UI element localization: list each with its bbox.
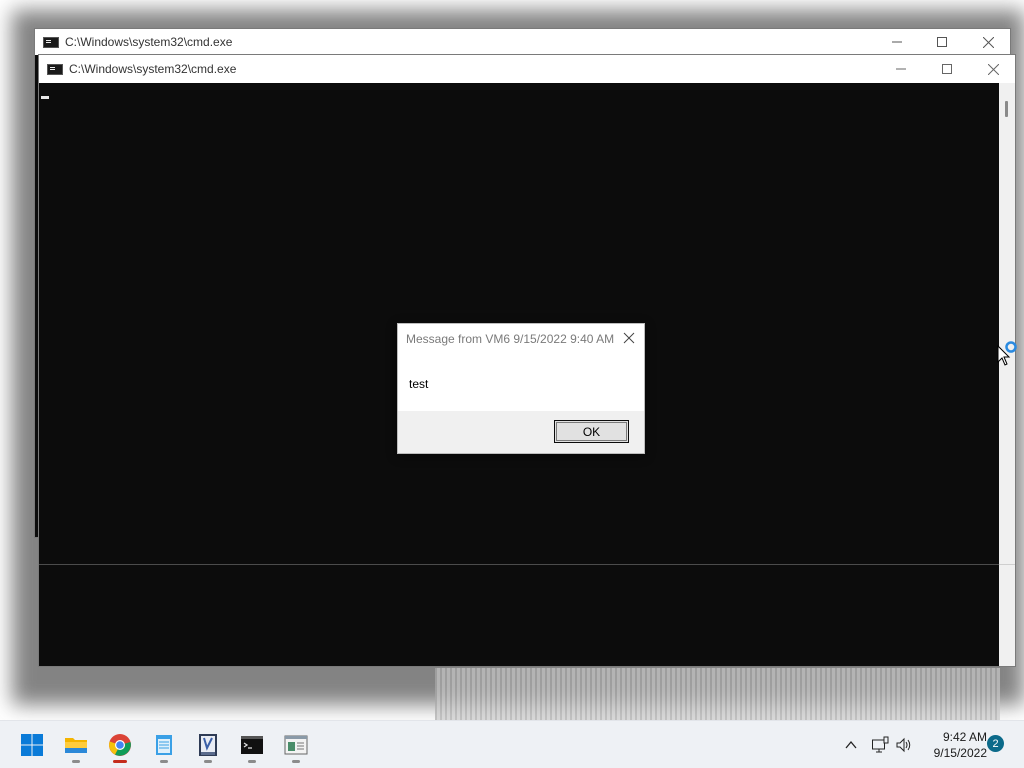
minimize-icon bbox=[892, 41, 902, 43]
editor-icon bbox=[199, 734, 217, 756]
maximize-icon bbox=[937, 37, 947, 47]
maximize-button[interactable] bbox=[920, 29, 964, 55]
maximize-button[interactable] bbox=[925, 55, 969, 83]
maximize-icon bbox=[942, 64, 952, 74]
clock[interactable]: 9:42 AM 9/15/2022 bbox=[921, 729, 987, 761]
running-indicator bbox=[113, 760, 127, 763]
minimize-button[interactable] bbox=[879, 55, 923, 83]
message-dialog[interactable]: Message from VM6 9/15/2022 9:40 AM test … bbox=[397, 323, 645, 454]
title-bar[interactable]: C:\Windows\system32\cmd.exe bbox=[35, 29, 1010, 55]
pane-divider bbox=[39, 564, 999, 565]
window-shadow-strip bbox=[435, 668, 1000, 720]
running-indicator bbox=[292, 760, 300, 763]
cmd-icon bbox=[43, 36, 59, 48]
cmd-icon bbox=[47, 63, 63, 75]
minimize-button[interactable] bbox=[875, 29, 919, 55]
running-indicator bbox=[160, 760, 168, 763]
start-button[interactable] bbox=[16, 729, 48, 761]
taskbar-chrome[interactable] bbox=[104, 729, 136, 763]
taskbar-app[interactable] bbox=[280, 729, 312, 763]
close-button[interactable] bbox=[966, 29, 1010, 55]
windows-logo-icon bbox=[21, 734, 43, 756]
notification-badge[interactable]: 2 bbox=[987, 735, 1004, 752]
busy-pointer-icon bbox=[997, 341, 1017, 366]
window-app-icon bbox=[284, 735, 308, 755]
dialog-title: Message from VM6 9/15/2022 9:40 AM bbox=[406, 332, 615, 346]
terminal-icon bbox=[241, 736, 263, 754]
taskbar: 9:42 AM 9/15/2022 bbox=[0, 720, 1024, 768]
dialog-footer: OK bbox=[398, 411, 644, 453]
chevron-up-icon[interactable] bbox=[845, 739, 857, 751]
close-icon bbox=[982, 36, 994, 48]
network-icon[interactable] bbox=[871, 736, 889, 754]
scrollbar-thumb[interactable] bbox=[1005, 101, 1008, 117]
taskbar-file-explorer[interactable] bbox=[60, 729, 92, 763]
title-bar[interactable]: C:\Windows\system32\cmd.exe bbox=[39, 55, 1015, 83]
chrome-icon bbox=[109, 734, 131, 756]
clock-date: 9/15/2022 bbox=[933, 746, 987, 760]
running-indicator bbox=[248, 760, 256, 763]
scrollbar-divider bbox=[999, 564, 1015, 565]
minimize-icon bbox=[896, 68, 906, 70]
ok-button[interactable]: OK bbox=[554, 420, 629, 443]
window-title: C:\Windows\system32\cmd.exe bbox=[65, 35, 233, 49]
close-button[interactable] bbox=[971, 55, 1015, 83]
taskbar-editor[interactable] bbox=[192, 729, 224, 763]
running-indicator bbox=[72, 760, 80, 763]
running-indicator bbox=[204, 760, 212, 763]
text-cursor bbox=[41, 96, 49, 99]
folder-icon bbox=[65, 738, 87, 753]
dialog-message: test bbox=[409, 377, 429, 391]
vertical-scrollbar[interactable] bbox=[999, 83, 1015, 666]
close-icon bbox=[987, 63, 999, 75]
notepad-icon bbox=[156, 735, 172, 755]
clock-time: 9:42 AM bbox=[942, 730, 987, 744]
taskbar-notepad[interactable] bbox=[148, 729, 180, 763]
volume-icon[interactable] bbox=[895, 736, 913, 754]
taskbar-cmd[interactable] bbox=[236, 729, 268, 763]
window-title: C:\Windows\system32\cmd.exe bbox=[69, 62, 237, 76]
close-icon[interactable] bbox=[622, 331, 636, 345]
